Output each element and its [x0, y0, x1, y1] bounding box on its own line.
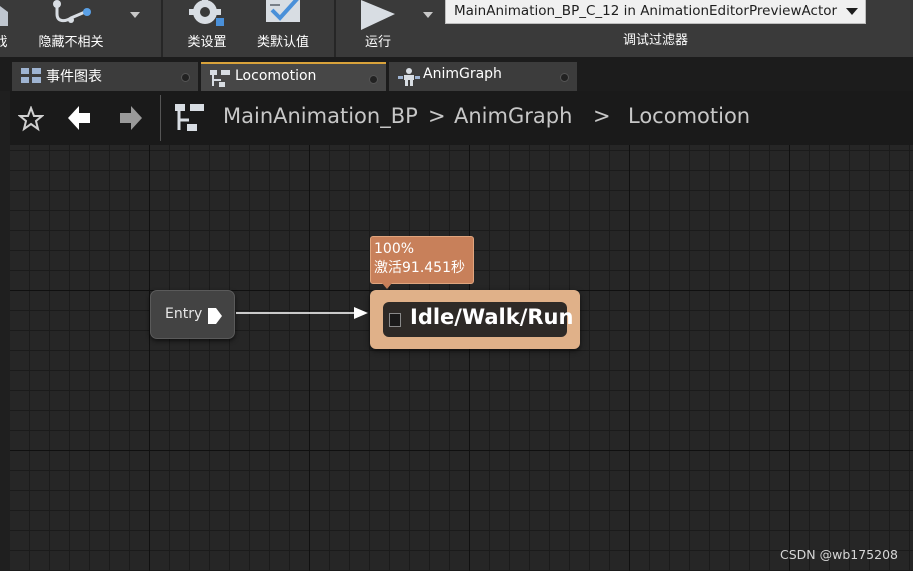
breadcrumb-separator: >: [428, 104, 446, 128]
hide-unrelated-button[interactable]: 隐藏不相关: [29, 0, 113, 57]
tab-anim-graph[interactable]: AnimGraph: [389, 62, 577, 91]
toolbar-separator: [334, 0, 336, 57]
breadcrumb-item-mainanimation-bp[interactable]: MainAnimation_BP: [223, 104, 418, 128]
debug-filter-value: MainAnimation_BP_C_12 in AnimationEditor…: [454, 3, 838, 19]
state-debug-tooltip: 100% 激活91.451秒: [370, 236, 474, 284]
gear-icon: [189, 0, 224, 26]
tab-locomotion[interactable]: Locomotion: [201, 62, 386, 91]
class-defaults-icon: [266, 0, 300, 22]
star-icon[interactable]: [18, 106, 44, 132]
partial-icon: [0, 6, 8, 26]
class-defaults-label: 类默认值: [256, 35, 309, 50]
breadcrumb-separator: >: [593, 104, 611, 128]
close-icon[interactable]: [560, 73, 569, 82]
run-button[interactable]: 运行: [345, 0, 411, 57]
state-machine-icon: [175, 104, 204, 131]
tab-bar: 事件图表 Locomotion AnimGraph: [0, 57, 913, 91]
state-node-idle-walk-run[interactable]: Idle/Walk/Run: [370, 290, 580, 349]
run-label: 运行: [364, 35, 391, 50]
exec-pin-icon[interactable]: [208, 308, 222, 324]
toolbar-separator: [161, 0, 163, 57]
class-settings-label: 类设置: [187, 35, 227, 50]
tab-anim-graph-label: AnimGraph: [423, 66, 502, 82]
state-node-title-bar: Idle/Walk/Run: [383, 302, 573, 337]
toolbar-button-partial-label: 戏: [0, 35, 8, 50]
hide-unrelated-dropdown-icon[interactable]: [130, 12, 140, 18]
graph-canvas[interactable]: [10, 145, 913, 571]
anim-graph-icon: [398, 68, 420, 86]
forward-arrow-icon[interactable]: [120, 106, 142, 130]
close-icon[interactable]: [369, 75, 378, 84]
state-machine-icon: [210, 70, 230, 87]
event-graph-icon: [21, 68, 41, 83]
entry-node[interactable]: Entry: [150, 290, 235, 339]
toolbar: 戏 隐藏不相关 类设置 类默认值 运行 MainAnimation_BP_C_1…: [0, 0, 913, 58]
chevron-down-icon: [846, 8, 858, 15]
tab-locomotion-label: Locomotion: [235, 68, 317, 84]
tooltip-pointer: [382, 283, 392, 289]
tooltip-weight: 100%: [374, 241, 415, 257]
hide-unrelated-icon: [53, 0, 91, 23]
breadcrumb-item-locomotion[interactable]: Locomotion: [628, 104, 750, 128]
tooltip-active-time: 激活91.451秒: [374, 260, 465, 276]
tab-event-graph-label: 事件图表: [46, 69, 102, 85]
tab-event-graph[interactable]: 事件图表: [12, 62, 198, 91]
entry-node-label: Entry: [165, 306, 203, 322]
close-icon[interactable]: [181, 73, 190, 82]
state-node-title: Idle/Walk/Run: [410, 305, 574, 329]
graph-navigation-bar: MainAnimation_BP > AnimGraph > Locomotio…: [10, 91, 913, 145]
transition-wire: [236, 307, 368, 319]
play-icon: [361, 0, 395, 30]
debug-filter-select[interactable]: MainAnimation_BP_C_12 in AnimationEditor…: [445, 0, 866, 24]
state-icon: [389, 313, 401, 327]
back-arrow-icon[interactable]: [68, 106, 90, 130]
debug-filter-label: 调试过滤器: [622, 33, 688, 48]
breadcrumb-item-animgraph[interactable]: AnimGraph: [454, 104, 572, 128]
class-defaults-button[interactable]: 类默认值: [248, 0, 318, 57]
run-options-dropdown-icon[interactable]: [423, 12, 433, 18]
class-settings-button[interactable]: 类设置: [176, 0, 238, 57]
watermark: CSDN @wb175208: [780, 547, 898, 562]
hide-unrelated-label: 隐藏不相关: [38, 35, 104, 50]
left-panel-edge: [0, 91, 10, 571]
navigation-separator: [160, 95, 161, 141]
toolbar-button-partial[interactable]: 戏: [0, 0, 8, 57]
